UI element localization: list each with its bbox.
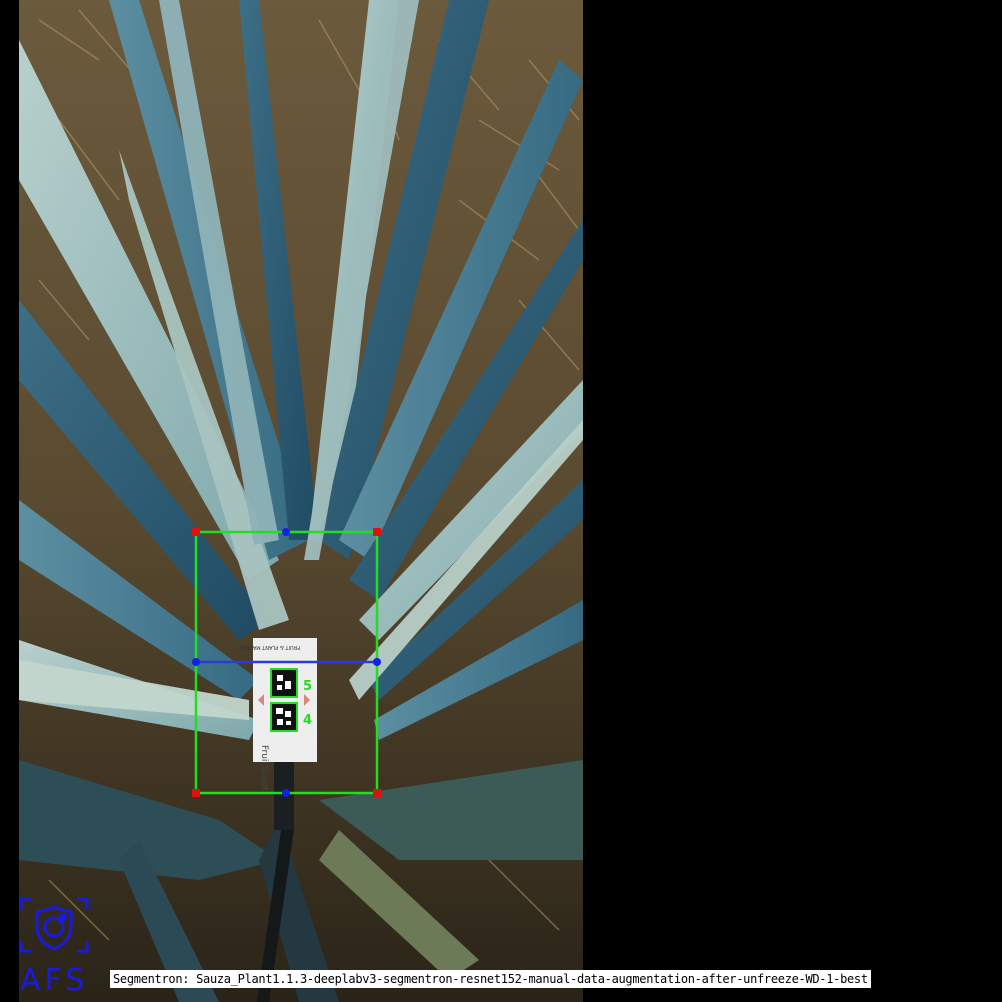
left-black-border (0, 0, 19, 1002)
black-padding-panel (583, 0, 1002, 1002)
shield-logo-icon (35, 905, 73, 951)
agave-photo (19, 0, 583, 1002)
fruit-marker-card (253, 638, 317, 762)
model-caption: Segmentron: Sauza_Plant1.1.3-deeplabv3-s… (110, 970, 871, 988)
afs-logo-text: AFS (20, 963, 89, 998)
